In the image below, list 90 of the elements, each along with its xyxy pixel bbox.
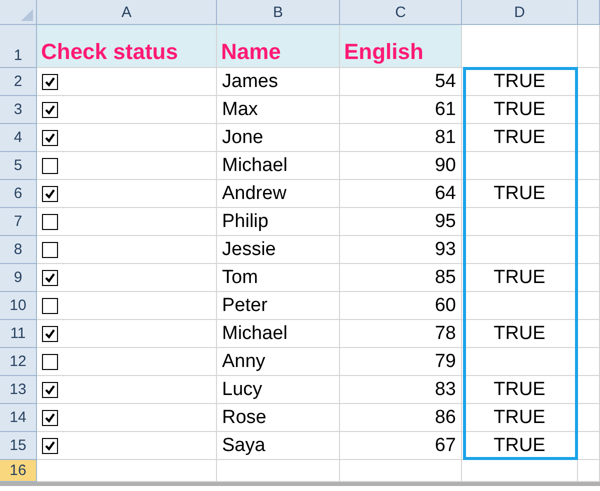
column-header[interactable]: A <box>37 0 217 25</box>
table-cell: TRUE <box>494 406 546 428</box>
table-cell: Name <box>217 25 340 68</box>
checkbox[interactable] <box>42 102 58 118</box>
table-cell: Jone <box>222 126 264 148</box>
row-header[interactable]: 13 <box>0 376 37 404</box>
table-cell: 61 <box>434 98 456 120</box>
row-header[interactable]: 6 <box>0 180 37 208</box>
table-cell: TRUE <box>494 434 546 456</box>
checkbox[interactable] <box>42 158 58 174</box>
table-cell: 95 <box>434 210 456 232</box>
table-cell: English <box>340 25 462 68</box>
row-header[interactable]: 12 <box>0 348 37 376</box>
triangle-icon <box>21 9 33 21</box>
table-cell <box>578 320 600 348</box>
table-cell: TRUE <box>494 70 546 92</box>
table-cell <box>578 292 600 320</box>
table-cell: Peter <box>222 294 268 316</box>
row-header[interactable]: 5 <box>0 152 37 180</box>
table-cell: James <box>222 70 278 92</box>
table-cell: 81 <box>434 126 456 148</box>
table-cell: Andrew <box>222 182 286 204</box>
table-cell: TRUE <box>494 98 546 120</box>
table-cell <box>578 236 600 264</box>
table-cell: TRUE <box>494 378 546 400</box>
column-header[interactable]: B <box>217 0 340 25</box>
table-cell <box>578 68 600 96</box>
table-cell: TRUE <box>494 182 546 204</box>
row-header[interactable]: 16 <box>0 460 37 482</box>
row-header[interactable]: 9 <box>0 264 37 292</box>
table-cell <box>578 404 600 432</box>
table-cell <box>578 180 600 208</box>
table-cell <box>578 124 600 152</box>
table-cell: 83 <box>434 378 456 400</box>
row-header[interactable]: 7 <box>0 208 37 236</box>
row-header[interactable]: 11 <box>0 320 37 348</box>
table-cell <box>578 96 600 124</box>
table-cell: 67 <box>434 434 456 456</box>
table-cell: 90 <box>434 154 456 176</box>
row-header[interactable]: 4 <box>0 124 37 152</box>
checkbox[interactable] <box>42 270 58 286</box>
checkbox[interactable] <box>42 410 58 426</box>
checkbox[interactable] <box>42 438 58 454</box>
table-cell <box>578 152 600 180</box>
checkbox[interactable] <box>42 382 58 398</box>
checkbox[interactable] <box>42 130 58 146</box>
table-cell: Anny <box>222 350 266 372</box>
table-cell: Max <box>222 98 258 120</box>
checkbox[interactable] <box>42 298 58 314</box>
row-header[interactable]: 3 <box>0 96 37 124</box>
table-cell: Check status <box>37 25 217 68</box>
table-cell: 54 <box>434 70 456 92</box>
table-cell: 85 <box>434 266 456 288</box>
table-cell: Tom <box>222 266 258 288</box>
row-header[interactable]: 14 <box>0 404 37 432</box>
table-cell: 60 <box>434 294 456 316</box>
checkbox[interactable] <box>42 214 58 230</box>
table-cell: 86 <box>434 406 456 428</box>
table-cell <box>578 376 600 404</box>
table-cell <box>578 264 600 292</box>
row-header[interactable]: 2 <box>0 68 37 96</box>
table-cell: 64 <box>434 182 456 204</box>
table-cell: TRUE <box>494 126 546 148</box>
table-cell <box>578 348 600 376</box>
table-cell: Michael <box>222 154 288 176</box>
checkbox[interactable] <box>42 186 58 202</box>
table-cell: TRUE <box>494 266 546 288</box>
row-header[interactable]: 10 <box>0 292 37 320</box>
table-cell: Saya <box>222 434 266 456</box>
row-header[interactable]: 8 <box>0 236 37 264</box>
table-cell: Jessie <box>222 238 276 260</box>
table-cell: 78 <box>434 322 456 344</box>
checkbox[interactable] <box>42 326 58 342</box>
checkbox[interactable] <box>42 242 58 258</box>
table-cell <box>578 432 600 460</box>
checkbox[interactable] <box>42 354 58 370</box>
table-cell: Michael <box>222 322 288 344</box>
table-cell <box>578 25 600 68</box>
row-header[interactable]: 15 <box>0 432 37 460</box>
table-cell: 93 <box>434 238 456 260</box>
table-cell: Rose <box>222 406 266 428</box>
column-header[interactable]: C <box>340 0 462 25</box>
table-cell: Lucy <box>222 378 262 400</box>
table-cell: Philip <box>222 210 268 232</box>
row-header[interactable]: 1 <box>0 25 37 68</box>
table-cell <box>578 208 600 236</box>
table-cell: 79 <box>434 350 456 372</box>
table-cell: TRUE <box>494 322 546 344</box>
column-header[interactable]: D <box>462 0 578 25</box>
checkbox[interactable] <box>42 74 58 90</box>
